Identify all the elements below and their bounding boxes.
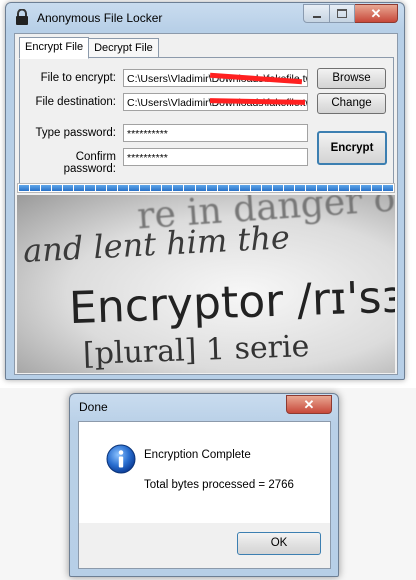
- progress-segment: [129, 185, 140, 191]
- progress-segment: [360, 185, 371, 191]
- dialog-title: Done: [79, 400, 108, 414]
- progress-segment: [140, 185, 151, 191]
- progress-segment: [239, 185, 250, 191]
- progress-segment: [372, 185, 383, 191]
- type-password-label: Type password:: [35, 127, 116, 139]
- progress-segment: [173, 185, 184, 191]
- progress-segment: [327, 185, 338, 191]
- progress-segment: [41, 185, 52, 191]
- encrypt-button[interactable]: Encrypt: [317, 131, 387, 165]
- progress-segment: [228, 185, 239, 191]
- progress-segment: [118, 185, 129, 191]
- progress-segment: [107, 185, 118, 191]
- tab-decrypt-file[interactable]: Decrypt File: [88, 38, 159, 58]
- tab-strip: Encrypt File Decrypt File: [19, 37, 159, 59]
- progress-segment: [261, 185, 272, 191]
- progress-segment: [305, 185, 316, 191]
- progress-segment: [162, 185, 173, 191]
- confirm-password-input[interactable]: **********: [123, 148, 308, 166]
- dialog-close-button[interactable]: ✕: [286, 395, 332, 414]
- main-client-area: Encrypt File Decrypt File File to encryp…: [14, 33, 398, 375]
- progress-segment: [316, 185, 327, 191]
- progress-segment: [272, 185, 283, 191]
- encryptor-banner-image: re in danger of and lent him the Encrypt…: [17, 195, 395, 373]
- dialog-client-area: Encryption Complete Total bytes processe…: [78, 421, 331, 569]
- tab-encrypt-file[interactable]: Encrypt File: [19, 37, 90, 59]
- progress-bar: [17, 183, 395, 193]
- progress-segment: [19, 185, 30, 191]
- main-titlebar[interactable]: Anonymous File Locker ✕: [6, 3, 404, 31]
- progress-segment: [283, 185, 294, 191]
- progress-segment: [63, 185, 74, 191]
- change-button[interactable]: Change: [317, 93, 386, 114]
- dialog-message-area: Encryption Complete Total bytes processe…: [79, 422, 330, 523]
- info-icon: [106, 444, 136, 474]
- type-password-input[interactable]: **********: [123, 124, 308, 142]
- banner-line-2: and lent him the: [22, 218, 291, 270]
- dialog-message-line-1: Encryption Complete: [144, 449, 251, 461]
- browse-button[interactable]: Browse: [317, 68, 386, 89]
- encrypt-panel: File to encrypt: C:\Users\Vladimir\Downl…: [19, 57, 394, 189]
- banner-line-3: Encryptor /rɪ'sɜː: [68, 270, 395, 335]
- progress-segment: [52, 185, 63, 191]
- close-button[interactable]: ✕: [355, 4, 398, 23]
- maximize-button[interactable]: [330, 4, 355, 23]
- progress-segment: [338, 185, 349, 191]
- window-title: Anonymous File Locker: [37, 11, 163, 25]
- file-destination-label: File destination:: [35, 96, 116, 108]
- progress-segment: [74, 185, 85, 191]
- close-icon: ✕: [303, 396, 315, 412]
- caption-buttons: ✕: [303, 4, 398, 23]
- main-window: Anonymous File Locker ✕ Encrypt File Dec…: [5, 2, 405, 380]
- progress-segment: [85, 185, 96, 191]
- lock-icon: [16, 9, 28, 25]
- minimize-icon: [312, 15, 321, 18]
- file-to-encrypt-label: File to encrypt:: [40, 72, 116, 84]
- progress-segment: [206, 185, 217, 191]
- progress-segment: [184, 185, 195, 191]
- progress-segment: [349, 185, 360, 191]
- progress-segment: [217, 185, 228, 191]
- progress-segment: [195, 185, 206, 191]
- progress-segment: [250, 185, 261, 191]
- progress-segment: [151, 185, 162, 191]
- progress-segment: [383, 185, 394, 191]
- progress-segment: [294, 185, 305, 191]
- close-icon: ✕: [370, 5, 382, 21]
- maximize-icon: [337, 9, 347, 18]
- minimize-button[interactable]: [303, 4, 330, 23]
- progress-segment: [96, 185, 107, 191]
- ok-button[interactable]: OK: [237, 532, 321, 555]
- background-window-edge: [405, 100, 416, 121]
- dialog-message-line-2: Total bytes processed = 2766: [144, 479, 294, 491]
- confirm-password-label: Confirm password:: [63, 151, 116, 175]
- banner-line-4: [plural] 1 serie: [82, 329, 310, 372]
- done-dialog: Done ✕ Encryption Complete Total bytes p…: [69, 393, 339, 577]
- progress-segment: [30, 185, 41, 191]
